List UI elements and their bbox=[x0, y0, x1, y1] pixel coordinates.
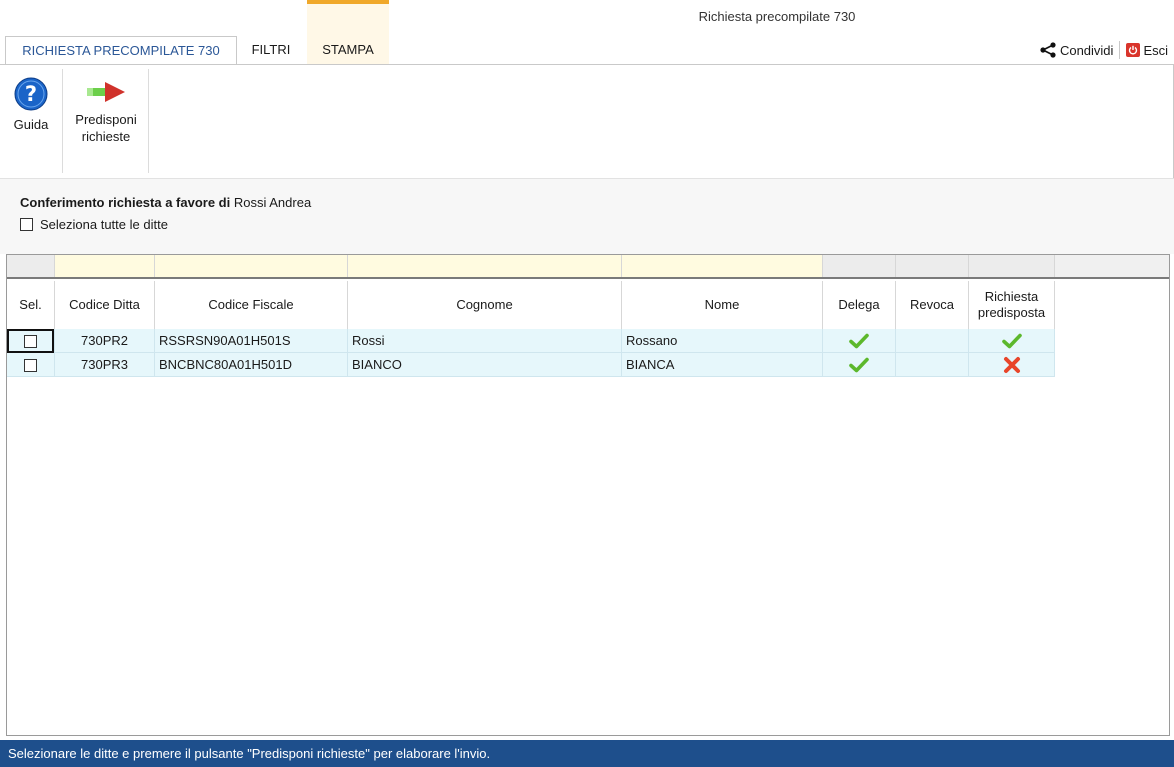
table-row[interactable]: 730PR2 RSSRSN90A01H501S Rossi Rossano bbox=[7, 329, 1055, 353]
select-all-label: Seleziona tutte le ditte bbox=[40, 217, 168, 232]
column-header-richiesta-line2: predisposta bbox=[977, 305, 1046, 320]
row-select-cell[interactable] bbox=[7, 329, 55, 353]
cell-richiesta-predisposta bbox=[969, 329, 1055, 353]
column-header-codice-ditta[interactable]: Codice Ditta bbox=[55, 281, 155, 329]
stampa-tab-accent bbox=[307, 0, 389, 4]
filter-cell-delega bbox=[823, 255, 896, 277]
column-header-codice-fiscale[interactable]: Codice Fiscale bbox=[155, 281, 348, 329]
cell-delega bbox=[823, 329, 896, 353]
header-row: Sel. Codice Ditta Codice Fiscale Cognome… bbox=[7, 281, 1169, 329]
tab-richiesta-precompilate[interactable]: RICHIESTA PRECOMPILATE 730 bbox=[5, 36, 237, 65]
check-icon bbox=[849, 357, 869, 373]
filter-cell-codice-fiscale[interactable] bbox=[155, 255, 348, 277]
cell-cognome: Rossi bbox=[348, 329, 622, 353]
filter-cell-codice-ditta[interactable] bbox=[55, 255, 155, 277]
filter-cell-revoca bbox=[896, 255, 969, 277]
row-select-focus bbox=[7, 329, 54, 353]
share-button[interactable]: Condividi bbox=[1033, 42, 1119, 58]
row-checkbox[interactable] bbox=[24, 358, 37, 372]
cell-richiesta-predisposta bbox=[969, 353, 1055, 377]
filter-cell-cognome[interactable] bbox=[348, 255, 622, 277]
ribbon: ? Guida Predisponi richieste bbox=[0, 65, 1174, 178]
share-icon bbox=[1040, 42, 1056, 58]
exit-button[interactable]: Esci bbox=[1120, 43, 1174, 58]
cross-icon bbox=[1003, 357, 1020, 373]
ribbon-separator bbox=[62, 69, 63, 173]
column-header-richiesta-line1: Richiesta bbox=[984, 289, 1039, 304]
tab-strip: RICHIESTA PRECOMPILATE 730 FILTRI STAMPA bbox=[0, 36, 1174, 65]
column-header-sel[interactable]: Sel. bbox=[7, 281, 55, 329]
cell-nome: Rossano bbox=[622, 329, 823, 353]
prepare-label-line2: richieste bbox=[81, 129, 131, 144]
cell-cognome: BIANCO bbox=[348, 353, 622, 377]
row-checkbox[interactable] bbox=[24, 334, 37, 348]
svg-text:?: ? bbox=[25, 82, 37, 106]
window-title: Richiesta precompilate 730 bbox=[698, 9, 856, 24]
column-header-richiesta-predisposta[interactable]: Richiesta predisposta bbox=[969, 281, 1055, 329]
filter-cell-nome[interactable] bbox=[622, 255, 823, 277]
cell-codice-fiscale: RSSRSN90A01H501S bbox=[155, 329, 348, 353]
table-row[interactable]: 730PR3 BNCBNC80A01H501D BIANCO BIANCA bbox=[7, 353, 1055, 377]
cell-codice-ditta: 730PR3 bbox=[55, 353, 155, 377]
exit-label: Esci bbox=[1143, 42, 1168, 58]
prepare-requests-button[interactable]: Predisponi richieste bbox=[64, 65, 148, 173]
cell-revoca bbox=[896, 329, 969, 353]
companies-grid: Sel. Codice Ditta Codice Fiscale Cognome… bbox=[6, 254, 1170, 736]
confirm-prefix: Conferimento richiesta a favore di bbox=[20, 195, 231, 210]
filter-row bbox=[7, 255, 1169, 279]
ribbon-separator bbox=[148, 69, 149, 173]
cell-nome: BIANCA bbox=[622, 353, 823, 377]
prepare-label-line1: Predisponi bbox=[75, 112, 137, 127]
select-all-row: Seleziona tutte le ditte bbox=[20, 217, 168, 232]
select-all-checkbox[interactable] bbox=[20, 218, 33, 231]
cell-revoca bbox=[896, 353, 969, 377]
confirm-panel: Conferimento richiesta a favore di Rossi… bbox=[0, 178, 1174, 254]
share-label: Condividi bbox=[1059, 42, 1114, 58]
column-header-revoca[interactable]: Revoca bbox=[896, 281, 969, 329]
cell-delega bbox=[823, 353, 896, 377]
confirm-line: Conferimento richiesta a favore di Rossi… bbox=[20, 195, 311, 210]
check-icon bbox=[849, 333, 869, 349]
header-actions: Condividi Esci bbox=[1033, 36, 1174, 64]
help-icon: ? bbox=[14, 77, 48, 111]
column-header-delega[interactable]: Delega bbox=[823, 281, 896, 329]
filter-cell-sel bbox=[7, 255, 55, 277]
power-icon bbox=[1126, 43, 1141, 57]
column-header-nome[interactable]: Nome bbox=[622, 281, 823, 329]
tab-filtri[interactable]: FILTRI bbox=[242, 36, 300, 65]
tab-stampa[interactable]: STAMPA bbox=[307, 36, 389, 65]
status-bar: Selezionare le ditte e premere il pulsan… bbox=[0, 740, 1174, 767]
cell-codice-ditta: 730PR2 bbox=[55, 329, 155, 353]
arrow-right-icon bbox=[87, 82, 125, 102]
guide-button[interactable]: ? Guida bbox=[4, 65, 58, 173]
filter-cell-richiesta bbox=[969, 255, 1055, 277]
check-icon bbox=[1001, 333, 1022, 349]
column-header-cognome[interactable]: Cognome bbox=[348, 281, 622, 329]
guide-label: Guida bbox=[13, 117, 49, 132]
row-select-cell[interactable] bbox=[7, 353, 55, 377]
confirm-person: Rossi Andrea bbox=[233, 195, 312, 210]
cell-codice-fiscale: BNCBNC80A01H501D bbox=[155, 353, 348, 377]
